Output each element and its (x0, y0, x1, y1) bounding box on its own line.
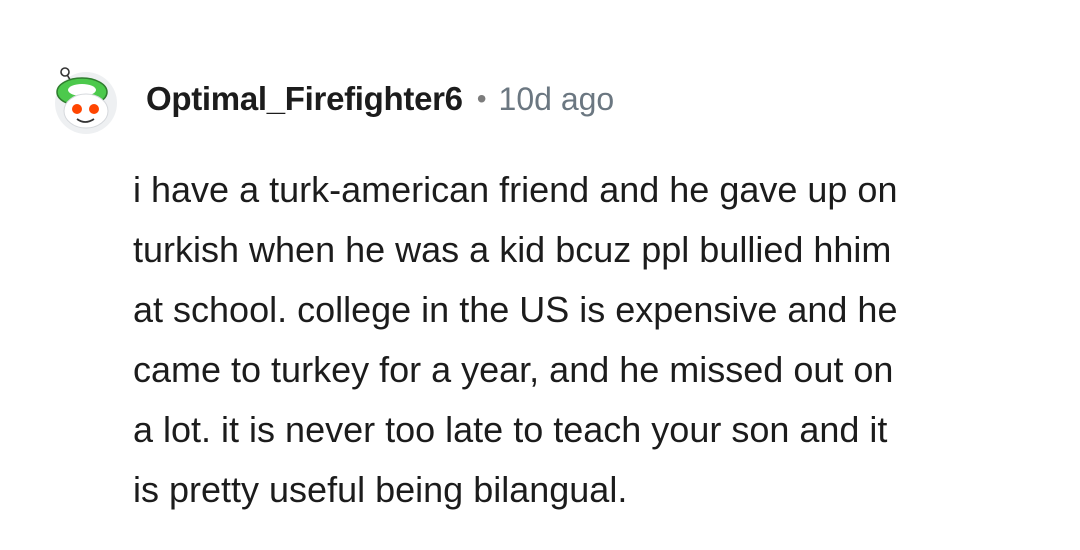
comment-body-line: a lot. it is never too late to teach you… (133, 409, 888, 450)
comment-body-line: turkish when he was a kid bcuz ppl bulli… (133, 229, 892, 270)
comment-timestamp: 10d ago (498, 80, 615, 117)
comment: Optimal_Firefighter6 • 10d ago i have a … (0, 0, 1080, 550)
author-username[interactable]: Optimal_Firefighter6 (146, 80, 463, 118)
separator-dot: • (476, 83, 487, 114)
comment-body-line: is pretty useful being bilangual. (133, 469, 628, 510)
snoo-avatar-icon[interactable] (50, 63, 122, 135)
comment-body-line: i have a turk-american friend and he gav… (133, 169, 898, 210)
comment-header: Optimal_Firefighter6 • 10d ago (50, 62, 614, 136)
comment-body: i have a turk-american friend and he gav… (133, 160, 1033, 520)
comment-body-line: at school. college in the US is expensiv… (133, 289, 898, 330)
avatar-graphic (55, 67, 117, 134)
comment-body-line: came to turkey for a year, and he missed… (133, 349, 894, 390)
